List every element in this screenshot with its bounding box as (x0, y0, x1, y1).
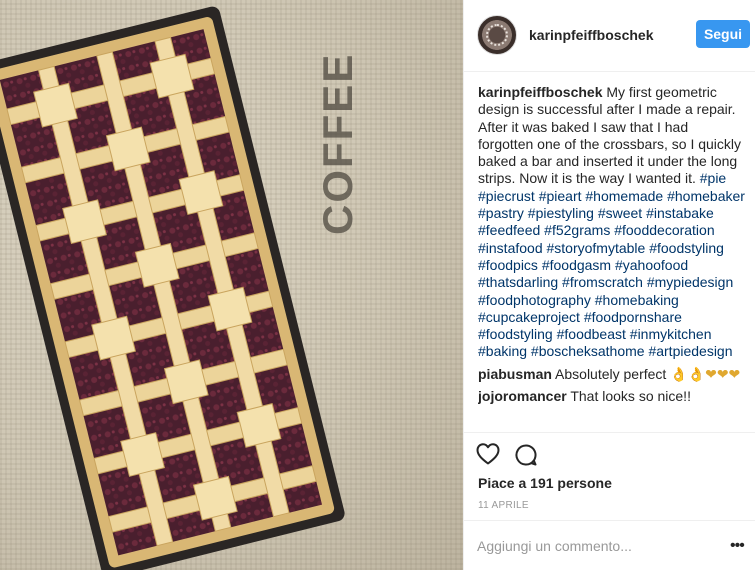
comment-item: jojoromancer That looks so nice!! (478, 387, 746, 405)
burlap-print-text: COFFEE (314, 53, 361, 235)
heart-icon[interactable] (476, 443, 500, 470)
post-header: karinpfeiffboschek Segui (464, 0, 755, 72)
more-options-icon[interactable]: ••• (730, 537, 745, 555)
comment-username[interactable]: jojoromancer (478, 388, 567, 404)
post-sidebar: karinpfeiffboschek Segui karinpfeiffbosc… (463, 0, 755, 570)
add-comment-input[interactable] (477, 537, 707, 555)
caption: karinpfeiffboschek My first geometric de… (478, 84, 746, 361)
follow-button[interactable]: Segui (696, 20, 750, 48)
caption-hashtags[interactable]: #pie #piecrust #pieart #homemade #homeba… (478, 170, 745, 359)
comment-text: Absolutely perfect (555, 365, 667, 382)
comment-username[interactable]: piabusman (478, 366, 552, 382)
likes-count[interactable]: Piace a 191 persone (478, 475, 612, 491)
post-actions: Piace a 191 persone 11 APRILE (464, 432, 755, 526)
comments-list[interactable]: karinpfeiffboschek My first geometric de… (478, 84, 746, 430)
add-comment-bar: ••• (464, 520, 755, 570)
comment-text: That looks so nice!! (570, 387, 691, 404)
comment-item: piabusman Absolutely perfect 👌👌❤❤❤ (478, 365, 746, 383)
comment-icon[interactable] (514, 443, 538, 472)
avatar[interactable] (477, 15, 517, 55)
header-username[interactable]: karinpfeiffboschek (529, 27, 653, 43)
pie-photo: COFFEE (0, 6, 361, 570)
post-image[interactable]: COFFEE (0, 0, 463, 570)
post-date: 11 APRILE (478, 500, 529, 511)
comment-emoji: 👌👌❤❤❤ (670, 365, 741, 382)
caption-username[interactable]: karinpfeiffboschek (478, 84, 602, 100)
